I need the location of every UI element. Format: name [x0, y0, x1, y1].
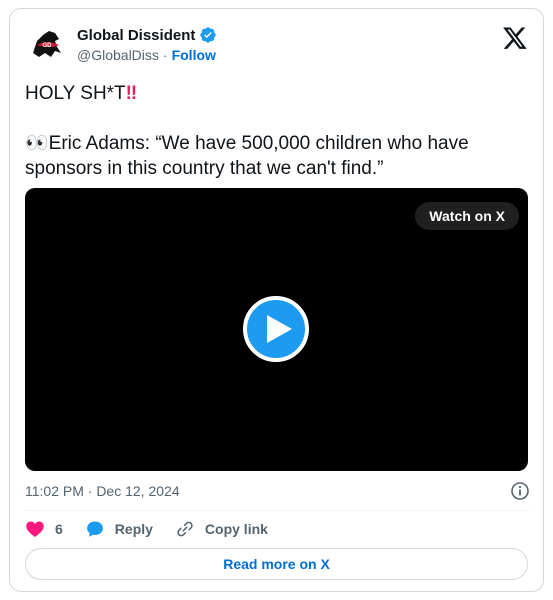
- heart-icon: [26, 521, 44, 537]
- separator: ·: [162, 47, 168, 63]
- tweet-line-1: HOLY SH*T‼: [25, 81, 530, 106]
- svg-text:GD: GD: [43, 43, 53, 49]
- handle-row: @GlobalDiss · Follow: [77, 47, 216, 63]
- name-row: Global Dissident: [77, 25, 217, 45]
- horse-logo-icon: GD: [25, 23, 69, 67]
- tweet-meta: 11:02 PM · Dec 12, 2024: [25, 481, 530, 501]
- watch-on-x-button[interactable]: Watch on X: [415, 202, 519, 230]
- avatar[interactable]: GD: [25, 23, 69, 67]
- reply-bubble-icon: [86, 521, 103, 537]
- double-exclamation-emoji: ‼: [125, 83, 138, 104]
- tweet-line-1-text: HOLY SH*T: [25, 83, 126, 104]
- divider: [25, 510, 530, 511]
- handle[interactable]: @GlobalDiss: [77, 47, 159, 63]
- copy-link-label: Copy link: [204, 521, 268, 537]
- link-icon: [177, 521, 193, 537]
- timestamp[interactable]: 11:02 PM · Dec 12, 2024: [25, 483, 180, 499]
- like-count: 6: [55, 521, 63, 537]
- video-player[interactable]: Watch on X: [25, 188, 528, 471]
- eyes-emoji: 👀: [25, 133, 49, 154]
- reply-label: Reply: [114, 521, 153, 537]
- display-name[interactable]: Global Dissident: [77, 27, 195, 44]
- tweet-text: HOLY SH*T‼ 👀Eric Adams: “We have 500,000…: [25, 81, 530, 181]
- tweet-line-2: 👀Eric Adams: “We have 500,000 children w…: [25, 131, 530, 156]
- play-icon[interactable]: [243, 296, 309, 362]
- copy-link-button[interactable]: Copy link: [175, 519, 268, 539]
- tweet-line-2-text: Eric Adams: “We have 500,000 children wh…: [48, 133, 469, 154]
- tweet-header: GD Global Dissident @GlobalDiss · Follow: [25, 19, 530, 71]
- verified-badge-icon: [199, 26, 217, 44]
- follow-link[interactable]: Follow: [172, 47, 216, 63]
- x-logo-icon[interactable]: [502, 25, 528, 51]
- like-button[interactable]: 6: [25, 519, 63, 539]
- action-bar: 6 Reply Copy link: [25, 517, 530, 541]
- info-icon[interactable]: [510, 481, 530, 501]
- read-more-button[interactable]: Read more on X: [25, 548, 528, 580]
- tweet-line-3: sponsors in this country that we can't f…: [25, 158, 384, 179]
- reply-button[interactable]: Reply: [85, 519, 153, 539]
- tweet-card: GD Global Dissident @GlobalDiss · Follow…: [9, 8, 544, 592]
